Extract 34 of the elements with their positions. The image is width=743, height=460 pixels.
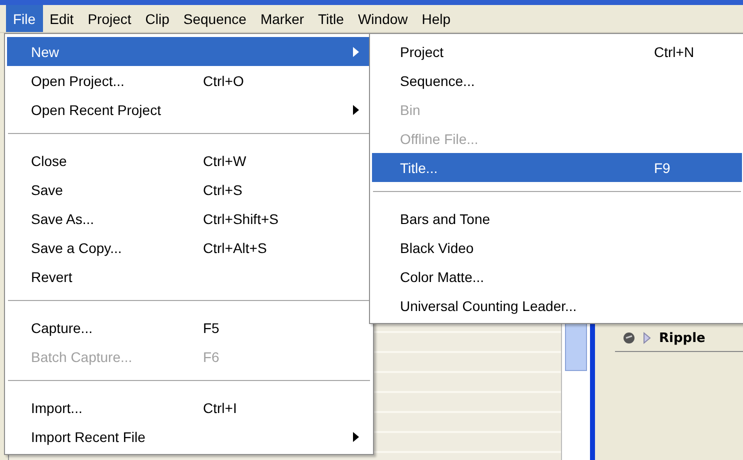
menu-bar-item[interactable]: File	[6, 5, 43, 32]
scrollbar-thumb[interactable]	[565, 321, 587, 371]
menu-item[interactable]: Color Matte...	[372, 262, 742, 291]
expand-triangle-icon[interactable]	[643, 332, 651, 344]
menu-bar-item[interactable]: Help	[414, 5, 458, 32]
menu-item[interactable]: Bars and Tone	[372, 204, 742, 233]
submenu-arrow-icon	[353, 432, 359, 442]
menu-item[interactable]: Revert	[7, 262, 371, 291]
menu-item[interactable]: Black Video	[372, 233, 742, 262]
menu-bar-item[interactable]: Clip	[138, 5, 176, 32]
menu-bar-item[interactable]: Title	[311, 5, 351, 32]
menu-item[interactable]: Sequence...	[372, 66, 742, 95]
submenu-arrow-icon	[353, 46, 359, 56]
menu-item[interactable]: Save As... Ctrl+Shift+S	[7, 204, 371, 233]
menu-item[interactable]: Save a Copy... Ctrl+Alt+S	[7, 233, 371, 262]
submenu-arrow-icon	[353, 104, 359, 114]
menu-item[interactable]: Open Project... Ctrl+O	[7, 66, 371, 95]
menu-item[interactable]: Capture... F5	[7, 313, 371, 342]
menu-bar-item[interactable]: Window	[350, 5, 415, 32]
menu-item[interactable]: Import... Ctrl+I	[7, 393, 371, 422]
menu-item[interactable]: Save Ctrl+S	[7, 175, 371, 204]
menu-bar-item[interactable]: Edit	[42, 5, 81, 32]
eye-icon[interactable]	[623, 332, 635, 344]
menu-item[interactable]: Universal Counting Leader...	[372, 291, 742, 320]
menu-item[interactable]: Close Ctrl+W	[7, 146, 371, 175]
track-name: Ripple	[659, 330, 706, 346]
menu-item[interactable]: New	[7, 37, 371, 66]
menu-item[interactable]: Open Recent Project	[7, 95, 371, 124]
menu-item[interactable]: Import Recent File	[7, 422, 371, 451]
menu-item[interactable]: Title... F9	[372, 153, 742, 182]
menu-item[interactable]: Project Ctrl+N	[372, 37, 742, 66]
menu-bar-item[interactable]: Project	[80, 5, 138, 32]
menu-bar-item[interactable]: Sequence	[176, 5, 254, 32]
menu-bar-item[interactable]: Marker	[253, 5, 312, 32]
